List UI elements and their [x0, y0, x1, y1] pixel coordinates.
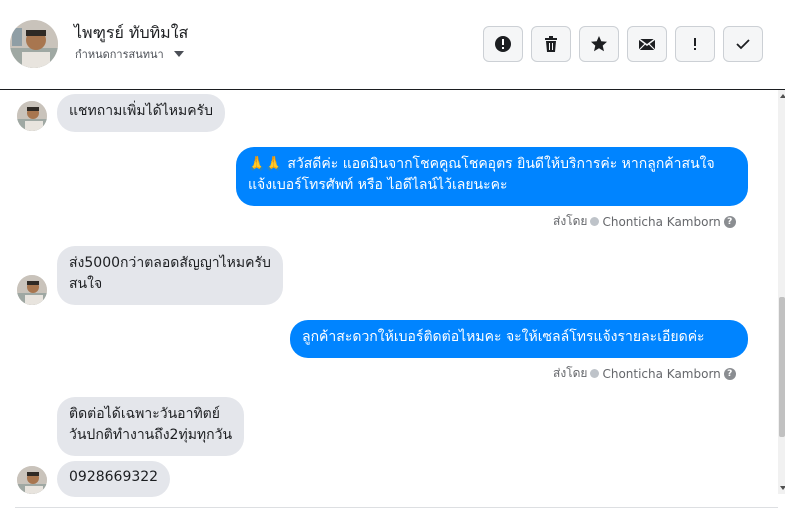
message-text: 🙏🙏 สวัสดีค่ะ แอดมินจากโชคคูณโชคอุตร ยินด… — [248, 156, 715, 172]
sent-by-agent: Chonticha Kamborn — [602, 366, 721, 381]
message-bubble-incoming[interactable]: ติดต่อได้เฉพาะวันอาทิตย์ วันปกติทำงานถึง… — [57, 397, 245, 456]
contact-avatar[interactable] — [10, 20, 58, 68]
message-bubble-outgoing[interactable]: ลูกค้าสะดวกให้เบอร์ติดต่อไหมคะ จะให้เซลล… — [290, 320, 748, 358]
conversation-header: ไพฑูรย์ ทับทิมใส กำหนดการสนทนา — [0, 0, 785, 90]
sent-by-label: ส่งโดย Chonticha Kamborn ? — [553, 364, 736, 383]
message-text: 0928669322 — [69, 469, 159, 485]
message-text: ติดต่อได้เฉพาะวันอาทิตย์ — [69, 406, 220, 422]
message-text: ลูกค้าสะดวกให้เบอร์ติดต่อไหมคะ จะให้เซลล… — [302, 329, 705, 345]
help-icon[interactable]: ? — [723, 367, 736, 380]
message-bubble-incoming[interactable]: ส่ง5000กว่าตลอดสัญญาไหมครับ สนใจ — [57, 246, 283, 305]
message-bubble-incoming[interactable]: แชทถามเพิ่มได้ไหมครับ — [57, 94, 225, 132]
mark-unread-button[interactable] — [627, 26, 667, 62]
spam-button[interactable] — [675, 26, 715, 62]
message-text: แจ้งเบอร์โทรศัพท์ หรือ ไอดีไลน์ไว้เลยนะค… — [248, 177, 508, 193]
message-text: สนใจ — [69, 276, 103, 292]
contact-avatar-small — [17, 466, 47, 494]
assign-conversation-dropdown[interactable]: กำหนดการสนทนา — [75, 45, 184, 63]
caret-down-icon — [173, 51, 184, 57]
sent-by-prefix: ส่งโดย — [553, 366, 588, 380]
check-circle-icon — [590, 217, 600, 226]
mail-icon — [638, 38, 656, 51]
report-button[interactable] — [483, 26, 523, 62]
contact-avatar-small — [17, 275, 47, 305]
scroll-up-arrow-icon[interactable] — [780, 94, 785, 98]
message-bubble-incoming[interactable]: 0928669322 — [57, 461, 171, 497]
star-button[interactable] — [579, 26, 619, 62]
contact-name: ไพฑูรย์ ทับทิมใส — [74, 23, 189, 42]
trash-icon — [545, 36, 557, 52]
check-circle-icon — [590, 369, 600, 378]
message-text: แชทถามเพิ่มได้ไหมครับ — [69, 103, 213, 119]
composer-divider — [15, 507, 778, 508]
contact-avatar-small — [17, 101, 47, 131]
delete-button[interactable] — [531, 26, 571, 62]
message-text: วันปกติทำงานถึง2ทุ่มทุกวัน — [69, 427, 233, 443]
exclamation-icon — [694, 38, 696, 50]
scrollbar-thumb[interactable] — [779, 297, 785, 437]
message-text: ส่ง5000กว่าตลอดสัญญาไหมครับ — [69, 255, 271, 271]
sent-by-agent: Chonticha Kamborn — [602, 214, 721, 229]
scroll-down-arrow-icon[interactable] — [780, 486, 785, 490]
message-bubble-outgoing[interactable]: 🙏🙏 สวัสดีค่ะ แอดมินจากโชคคูณโชคอุตร ยินด… — [236, 147, 748, 206]
sent-by-label: ส่งโดย Chonticha Kamborn ? — [553, 212, 736, 231]
star-icon — [591, 36, 607, 52]
done-button[interactable] — [723, 26, 763, 62]
check-icon — [736, 39, 750, 50]
help-icon[interactable]: ? — [723, 215, 736, 228]
alert-circle-icon — [495, 36, 511, 52]
sent-by-prefix: ส่งโดย — [553, 214, 588, 228]
assign-conversation-label: กำหนดการสนทนา — [75, 48, 164, 61]
